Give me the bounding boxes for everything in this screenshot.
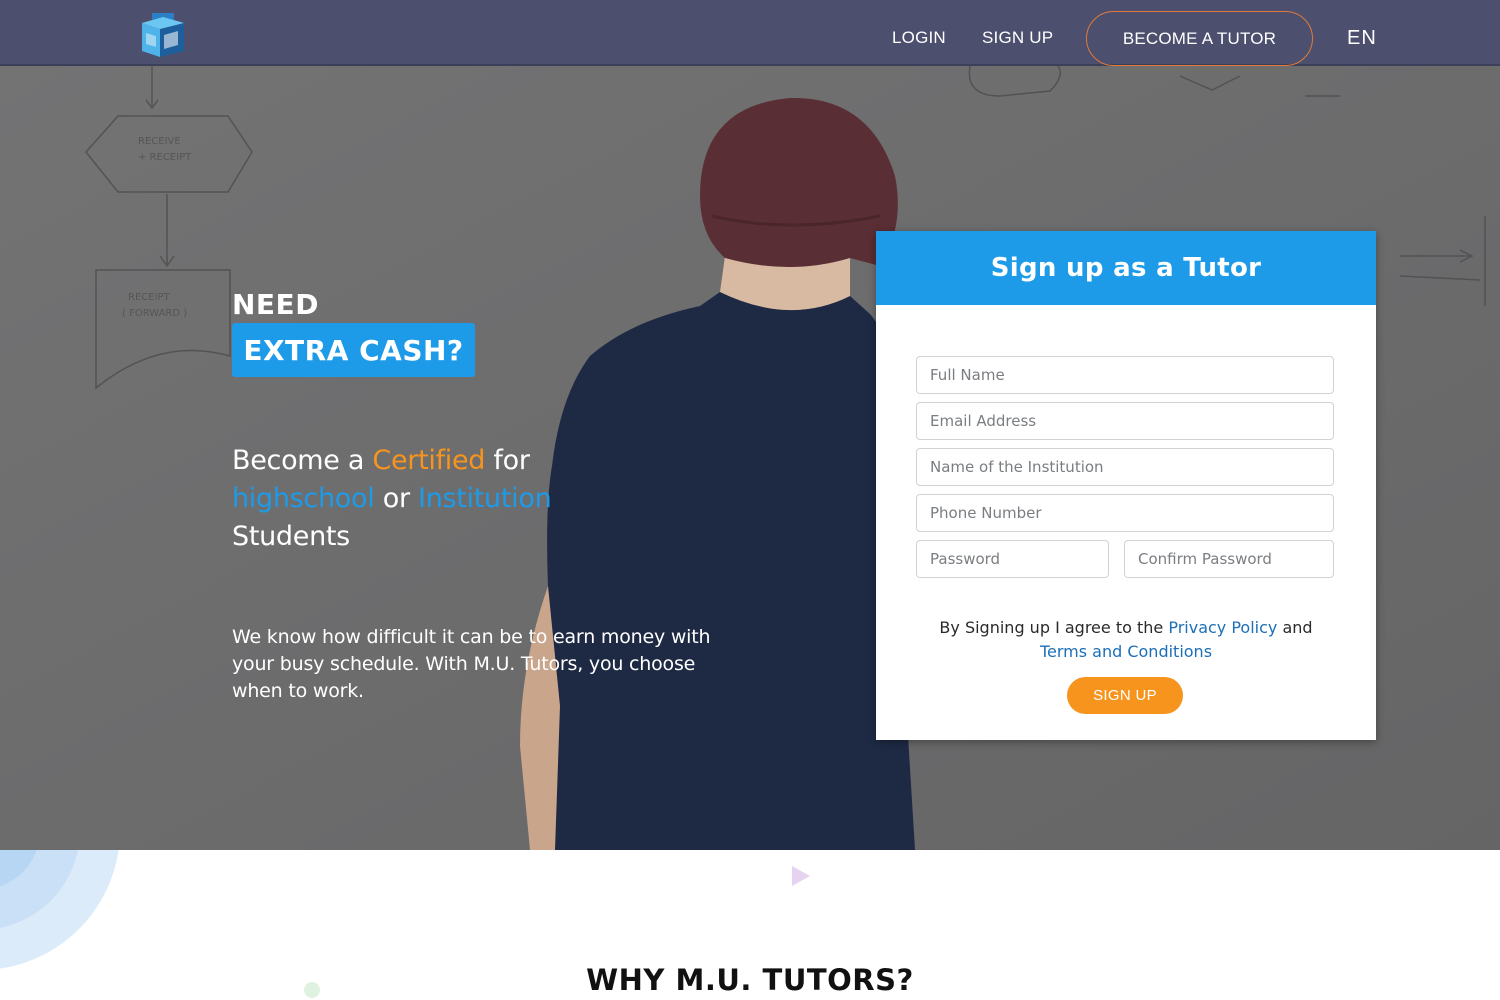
tagline-certified: Certified <box>372 445 486 476</box>
why-section-title: WHY M.U. TUTORS? <box>586 963 914 997</box>
svg-text:RECEIVE: RECEIVE <box>138 136 181 147</box>
become-tutor-label: BECOME A TUTOR <box>1122 28 1277 48</box>
privacy-policy-link[interactable]: Privacy Policy <box>1168 618 1277 637</box>
email-input[interactable] <box>916 402 1334 440</box>
signup-card-header: Sign up as a Tutor <box>876 231 1376 305</box>
tagline-text: for <box>485 445 530 476</box>
institution-input[interactable] <box>916 448 1334 486</box>
signup-submit-button[interactable]: SIGN UP <box>1067 677 1183 714</box>
top-navbar: LOGIN SIGN UP BECOME A TUTOR EN <box>0 0 1500 66</box>
svg-text:( FORWARD ): ( FORWARD ) <box>122 308 187 319</box>
tagline-institution: Institution <box>418 483 552 514</box>
hero-description: We know how difficult it can be to earn … <box>232 626 711 702</box>
tagline-text: or <box>374 483 419 514</box>
terms-agreement-text: By Signing up I agree to the Privacy Pol… <box>896 616 1356 664</box>
signup-card-title: Sign up as a Tutor <box>990 253 1262 283</box>
tagline-highschool: highschool <box>232 483 375 514</box>
tagline-text: Become a <box>232 445 373 476</box>
headline-highlight-box: EXTRA CASH? <box>232 323 475 377</box>
tutor-signup-card: Sign up as a Tutor By Signing up I agree… <box>876 231 1376 740</box>
phone-input[interactable] <box>916 494 1334 532</box>
headline-extra-cash: EXTRA CASH? <box>243 333 464 367</box>
svg-text:RECEIPT: RECEIPT <box>128 292 171 303</box>
full-name-input[interactable] <box>916 356 1334 394</box>
tagline-text: Students <box>232 521 350 552</box>
terms-link[interactable]: Terms and Conditions <box>1040 642 1212 661</box>
svg-text:+ RECEIPT: + RECEIPT <box>138 152 192 163</box>
become-tutor-button[interactable]: BECOME A TUTOR <box>1086 11 1313 66</box>
headline-need: NEED <box>232 288 319 321</box>
language-selector[interactable]: EN <box>1347 27 1377 50</box>
hero-tagline: Become a Certified for highschool or Ins… <box>232 442 632 556</box>
nav-login-link[interactable]: LOGIN <box>892 28 946 48</box>
agree-and: and <box>1277 618 1313 637</box>
agree-text: By Signing up I agree to the <box>939 618 1169 637</box>
password-input[interactable] <box>916 540 1109 578</box>
confirm-password-input[interactable] <box>1124 540 1334 578</box>
nav-signup-link[interactable]: SIGN UP <box>982 28 1053 48</box>
logo-icon[interactable] <box>138 9 188 59</box>
why-section: WHY M.U. TUTORS? <box>0 850 1500 1000</box>
